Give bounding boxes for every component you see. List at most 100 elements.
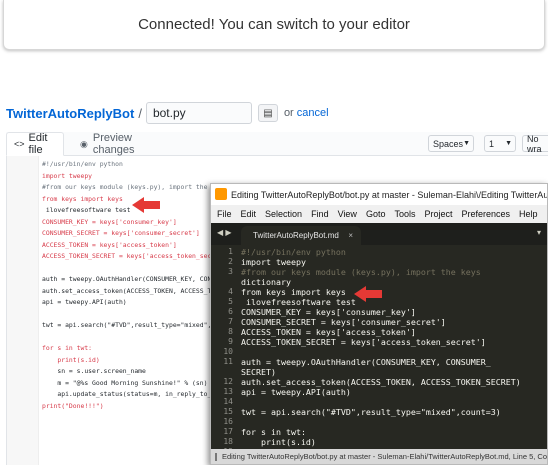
code-line: for s in twt:	[241, 427, 306, 437]
status-panel-icon[interactable]	[215, 452, 217, 461]
code-line: ACCESS_TOKEN = keys['access_token']	[241, 327, 416, 337]
banner-message: Connected! You can switch to your editor	[138, 16, 410, 33]
sublime-app-icon	[215, 188, 227, 200]
code-line: print(s.id)	[42, 355, 100, 364]
code-line: #from our keys module (keys.py), import …	[241, 267, 481, 277]
editor-tabs-bar: <> Edit file ◉ Preview changes Spaces ▼ …	[6, 132, 548, 156]
line-number: 3	[228, 267, 233, 276]
indent-mode-select[interactable]: Spaces ▼	[428, 135, 474, 152]
menu-item-project[interactable]: Project	[424, 209, 452, 219]
line-number: 5	[228, 297, 233, 306]
status-text: Editing TwitterAutoReplyBot/bot.py at ma…	[222, 452, 547, 461]
code-line: api = tweepy.API(auth)	[42, 298, 127, 306]
line-number: 16	[223, 417, 233, 426]
menu-item-preferences[interactable]: Preferences	[461, 209, 510, 219]
code-line: auth = tweepy.OAuthHandler(CONSUMER_KEY,…	[241, 357, 491, 367]
code-line: CONSUMER_SECRET = keys['consumer_secret'…	[241, 317, 446, 327]
filename-value: bot.py	[152, 106, 186, 120]
menu-item-tools[interactable]: Tools	[394, 209, 415, 219]
code-line: ACCESS_TOKEN_SECRET = keys['access_token…	[241, 337, 486, 347]
red-arrow-icon	[132, 197, 160, 213]
code-line: ACCESS_TOKEN_SECRET = keys['access_token…	[42, 252, 231, 260]
line-number: 12	[223, 377, 233, 386]
code-line: import tweepy	[241, 257, 306, 267]
tab-preview-label: Preview changes	[92, 132, 135, 156]
code-line: sn = s.user.screen_name	[42, 367, 146, 375]
code-line: SECRET)	[241, 367, 276, 377]
repo-link[interactable]: TwitterAutoReplyBot	[6, 106, 134, 121]
close-icon[interactable]: ×	[348, 231, 353, 240]
line-number: 2	[228, 257, 233, 266]
sublime-editor[interactable]: 1 #!/usr/bin/env python 2 import tweepy 3 #fr…	[211, 245, 547, 451]
menu-item-find[interactable]: Find	[311, 209, 329, 219]
breadcrumb: TwitterAutoReplyBot / bot.py ▤ or cancel	[6, 101, 329, 125]
menu-item-goto[interactable]: Goto	[366, 209, 386, 219]
line-number: 18	[223, 437, 233, 446]
sublime-file-tab[interactable]: TwitterAutoReplyBot.md ×	[241, 226, 361, 245]
sublime-menubar: File Edit Selection Find View Goto Tools Projec…	[211, 205, 547, 223]
wrap-mode-select[interactable]: No wra	[522, 134, 548, 154]
clipboard-button[interactable]: ▤	[257, 104, 278, 122]
code-line: ilovefreesoftware test	[241, 297, 356, 307]
line-number: 8	[228, 327, 233, 336]
sublime-window: Editing TwitterAutoReplyBot/bot.py at ma…	[210, 183, 548, 465]
line-gutter	[7, 156, 39, 465]
indent-size-select[interactable]: 1 ▼	[484, 135, 516, 152]
code-line: from keys import keys	[241, 287, 346, 297]
menu-item-edit[interactable]: Edit	[241, 209, 257, 219]
line-number: 4	[228, 287, 233, 296]
code-line: import tweepy	[42, 171, 93, 180]
cancel-link[interactable]: cancel	[297, 107, 329, 119]
tab-edit-file-label: Edit file	[28, 132, 48, 156]
or-text: or	[283, 107, 294, 119]
line-number: 6	[228, 307, 233, 316]
chevron-down-icon[interactable]: ▾	[537, 228, 541, 237]
code-line: #!/usr/bin/env python	[42, 160, 123, 168]
menu-item-selection[interactable]: Selection	[265, 209, 302, 219]
menu-item-view[interactable]: View	[338, 209, 357, 219]
line-number: 1	[228, 247, 233, 256]
line-number: 9	[228, 337, 233, 346]
code-line: #!/usr/bin/env python	[241, 247, 346, 257]
line-number: 13	[223, 387, 233, 396]
line-number: 15	[223, 407, 233, 416]
chevron-down-icon: ▼	[463, 140, 470, 147]
code-line: twt = api.search("#TVD",result_type="mix…	[241, 407, 501, 417]
tab-preview-changes[interactable]: ◉ Preview changes	[72, 132, 162, 156]
line-number: 17	[223, 427, 233, 436]
code-icon: <>	[14, 139, 25, 149]
indent-size-value: 1	[489, 138, 495, 149]
sublime-tab-label: TwitterAutoReplyBot.md	[253, 231, 339, 240]
chevron-down-icon: ▼	[505, 140, 512, 147]
code-line: auth.set_access_token(ACCESS_TOKEN, ACCE…	[241, 377, 521, 387]
menu-item-file[interactable]: File	[217, 209, 232, 219]
code-line: api = tweepy.API(auth)	[241, 387, 351, 397]
code-line: for s in twt:	[42, 344, 93, 352]
clipboard-icon: ▤	[263, 107, 273, 119]
code-line: ilovefreesoftware test	[42, 206, 131, 214]
menu-item-help[interactable]: Help	[519, 209, 538, 219]
line-number: 10	[223, 347, 233, 356]
code-line: CONSUMER_KEY = keys['consumer_key']	[241, 307, 416, 317]
line-number: 14	[223, 397, 233, 406]
filename-input[interactable]: bot.py	[145, 102, 252, 124]
connection-banner: Connected! You can switch to your editor	[3, 0, 545, 50]
code-line: CONSUMER_SECRET = keys['consumer_secret'…	[42, 229, 200, 237]
line-number: 7	[228, 317, 233, 326]
sublime-status-bar: Editing TwitterAutoReplyBot/bot.py at ma…	[211, 449, 547, 464]
red-arrow-icon	[354, 286, 382, 302]
sublime-tabbar: ◀ ▶ TwitterAutoReplyBot.md × ▾	[211, 223, 547, 245]
eye-icon: ◉	[80, 138, 88, 149]
line-number: 11	[223, 357, 233, 366]
tab-nav-arrows-icon[interactable]: ◀ ▶	[217, 228, 232, 237]
sublime-titlebar: Editing TwitterAutoReplyBot/bot.py at ma…	[211, 184, 547, 205]
code-line: m = "@%s Good Morning Sunshine!" % (sn)	[42, 378, 208, 387]
sublime-title: Editing TwitterAutoReplyBot/bot.py at ma…	[231, 189, 547, 200]
code-line: print("Done!!!")	[42, 401, 104, 410]
code-line: print(s.id)	[241, 437, 316, 447]
breadcrumb-separator: /	[138, 105, 142, 121]
tab-edit-file[interactable]: <> Edit file	[6, 132, 64, 156]
